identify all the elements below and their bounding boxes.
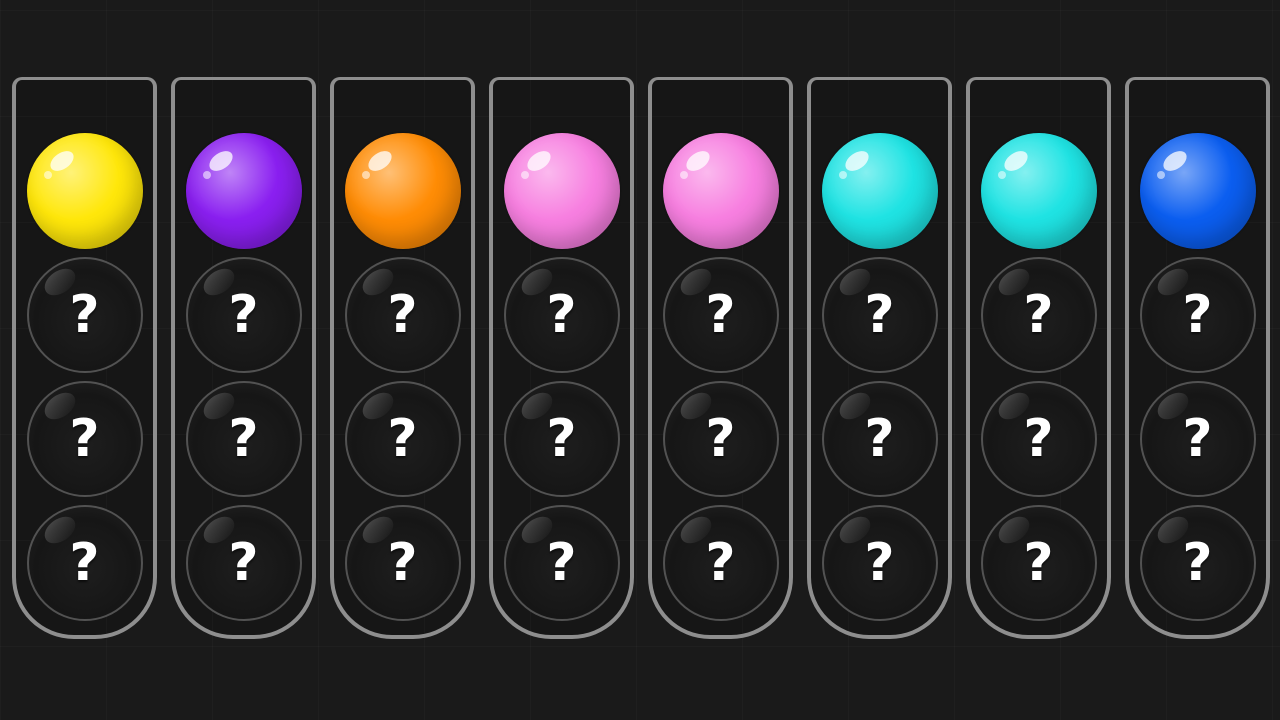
question-mark-icon: ? (546, 285, 577, 345)
tube-6[interactable]: ??? (807, 77, 952, 639)
ball-cyan[interactable] (821, 133, 938, 249)
question-mark-icon: ? (387, 533, 418, 593)
hidden-ball: ? (344, 381, 461, 497)
question-mark-icon: ? (69, 533, 100, 593)
question-mark-icon: ? (387, 409, 418, 469)
tube-4[interactable]: ??? (489, 77, 634, 639)
hidden-ball: ? (185, 505, 302, 621)
hidden-ball: ? (1139, 381, 1256, 497)
hidden-ball: ? (1139, 505, 1256, 621)
hidden-ball: ? (503, 257, 620, 373)
hidden-ball: ? (344, 505, 461, 621)
question-mark-icon: ? (69, 285, 100, 345)
question-mark-icon: ? (69, 409, 100, 469)
question-mark-icon: ? (705, 285, 736, 345)
hidden-ball: ? (821, 257, 938, 373)
hidden-ball: ? (980, 381, 1097, 497)
question-mark-icon: ? (228, 285, 259, 345)
tube-7[interactable]: ??? (966, 77, 1111, 639)
game-board: ???????????????????????? (0, 0, 1280, 720)
hidden-ball: ? (26, 257, 143, 373)
question-mark-icon: ? (864, 533, 895, 593)
hidden-ball: ? (503, 505, 620, 621)
question-mark-icon: ? (228, 409, 259, 469)
ball-purple[interactable] (185, 133, 302, 249)
ball-pink[interactable] (662, 133, 779, 249)
question-mark-icon: ? (705, 409, 736, 469)
hidden-ball: ? (821, 381, 938, 497)
question-mark-icon: ? (1182, 285, 1213, 345)
question-mark-icon: ? (864, 285, 895, 345)
question-mark-icon: ? (705, 533, 736, 593)
hidden-ball: ? (662, 505, 779, 621)
question-mark-icon: ? (1023, 285, 1054, 345)
hidden-ball: ? (26, 505, 143, 621)
hidden-ball: ? (980, 505, 1097, 621)
hidden-ball: ? (662, 257, 779, 373)
tube-1[interactable]: ??? (12, 77, 157, 639)
tube-2[interactable]: ??? (171, 77, 316, 639)
question-mark-icon: ? (387, 285, 418, 345)
question-mark-icon: ? (1182, 533, 1213, 593)
ball-blue[interactable] (1139, 133, 1256, 249)
hidden-ball: ? (1139, 257, 1256, 373)
ball-yellow[interactable] (26, 133, 143, 249)
hidden-ball: ? (503, 381, 620, 497)
question-mark-icon: ? (546, 533, 577, 593)
question-mark-icon: ? (1182, 409, 1213, 469)
ball-pink[interactable] (503, 133, 620, 249)
hidden-ball: ? (662, 381, 779, 497)
hidden-ball: ? (980, 257, 1097, 373)
tube-3[interactable]: ??? (330, 77, 475, 639)
question-mark-icon: ? (546, 409, 577, 469)
ball-orange[interactable] (344, 133, 461, 249)
hidden-ball: ? (185, 257, 302, 373)
question-mark-icon: ? (228, 533, 259, 593)
question-mark-icon: ? (864, 409, 895, 469)
hidden-ball: ? (26, 381, 143, 497)
hidden-ball: ? (185, 381, 302, 497)
tube-8[interactable]: ??? (1125, 77, 1270, 639)
hidden-ball: ? (821, 505, 938, 621)
hidden-ball: ? (344, 257, 461, 373)
question-mark-icon: ? (1023, 409, 1054, 469)
question-mark-icon: ? (1023, 533, 1054, 593)
ball-cyan[interactable] (980, 133, 1097, 249)
tube-5[interactable]: ??? (648, 77, 793, 639)
